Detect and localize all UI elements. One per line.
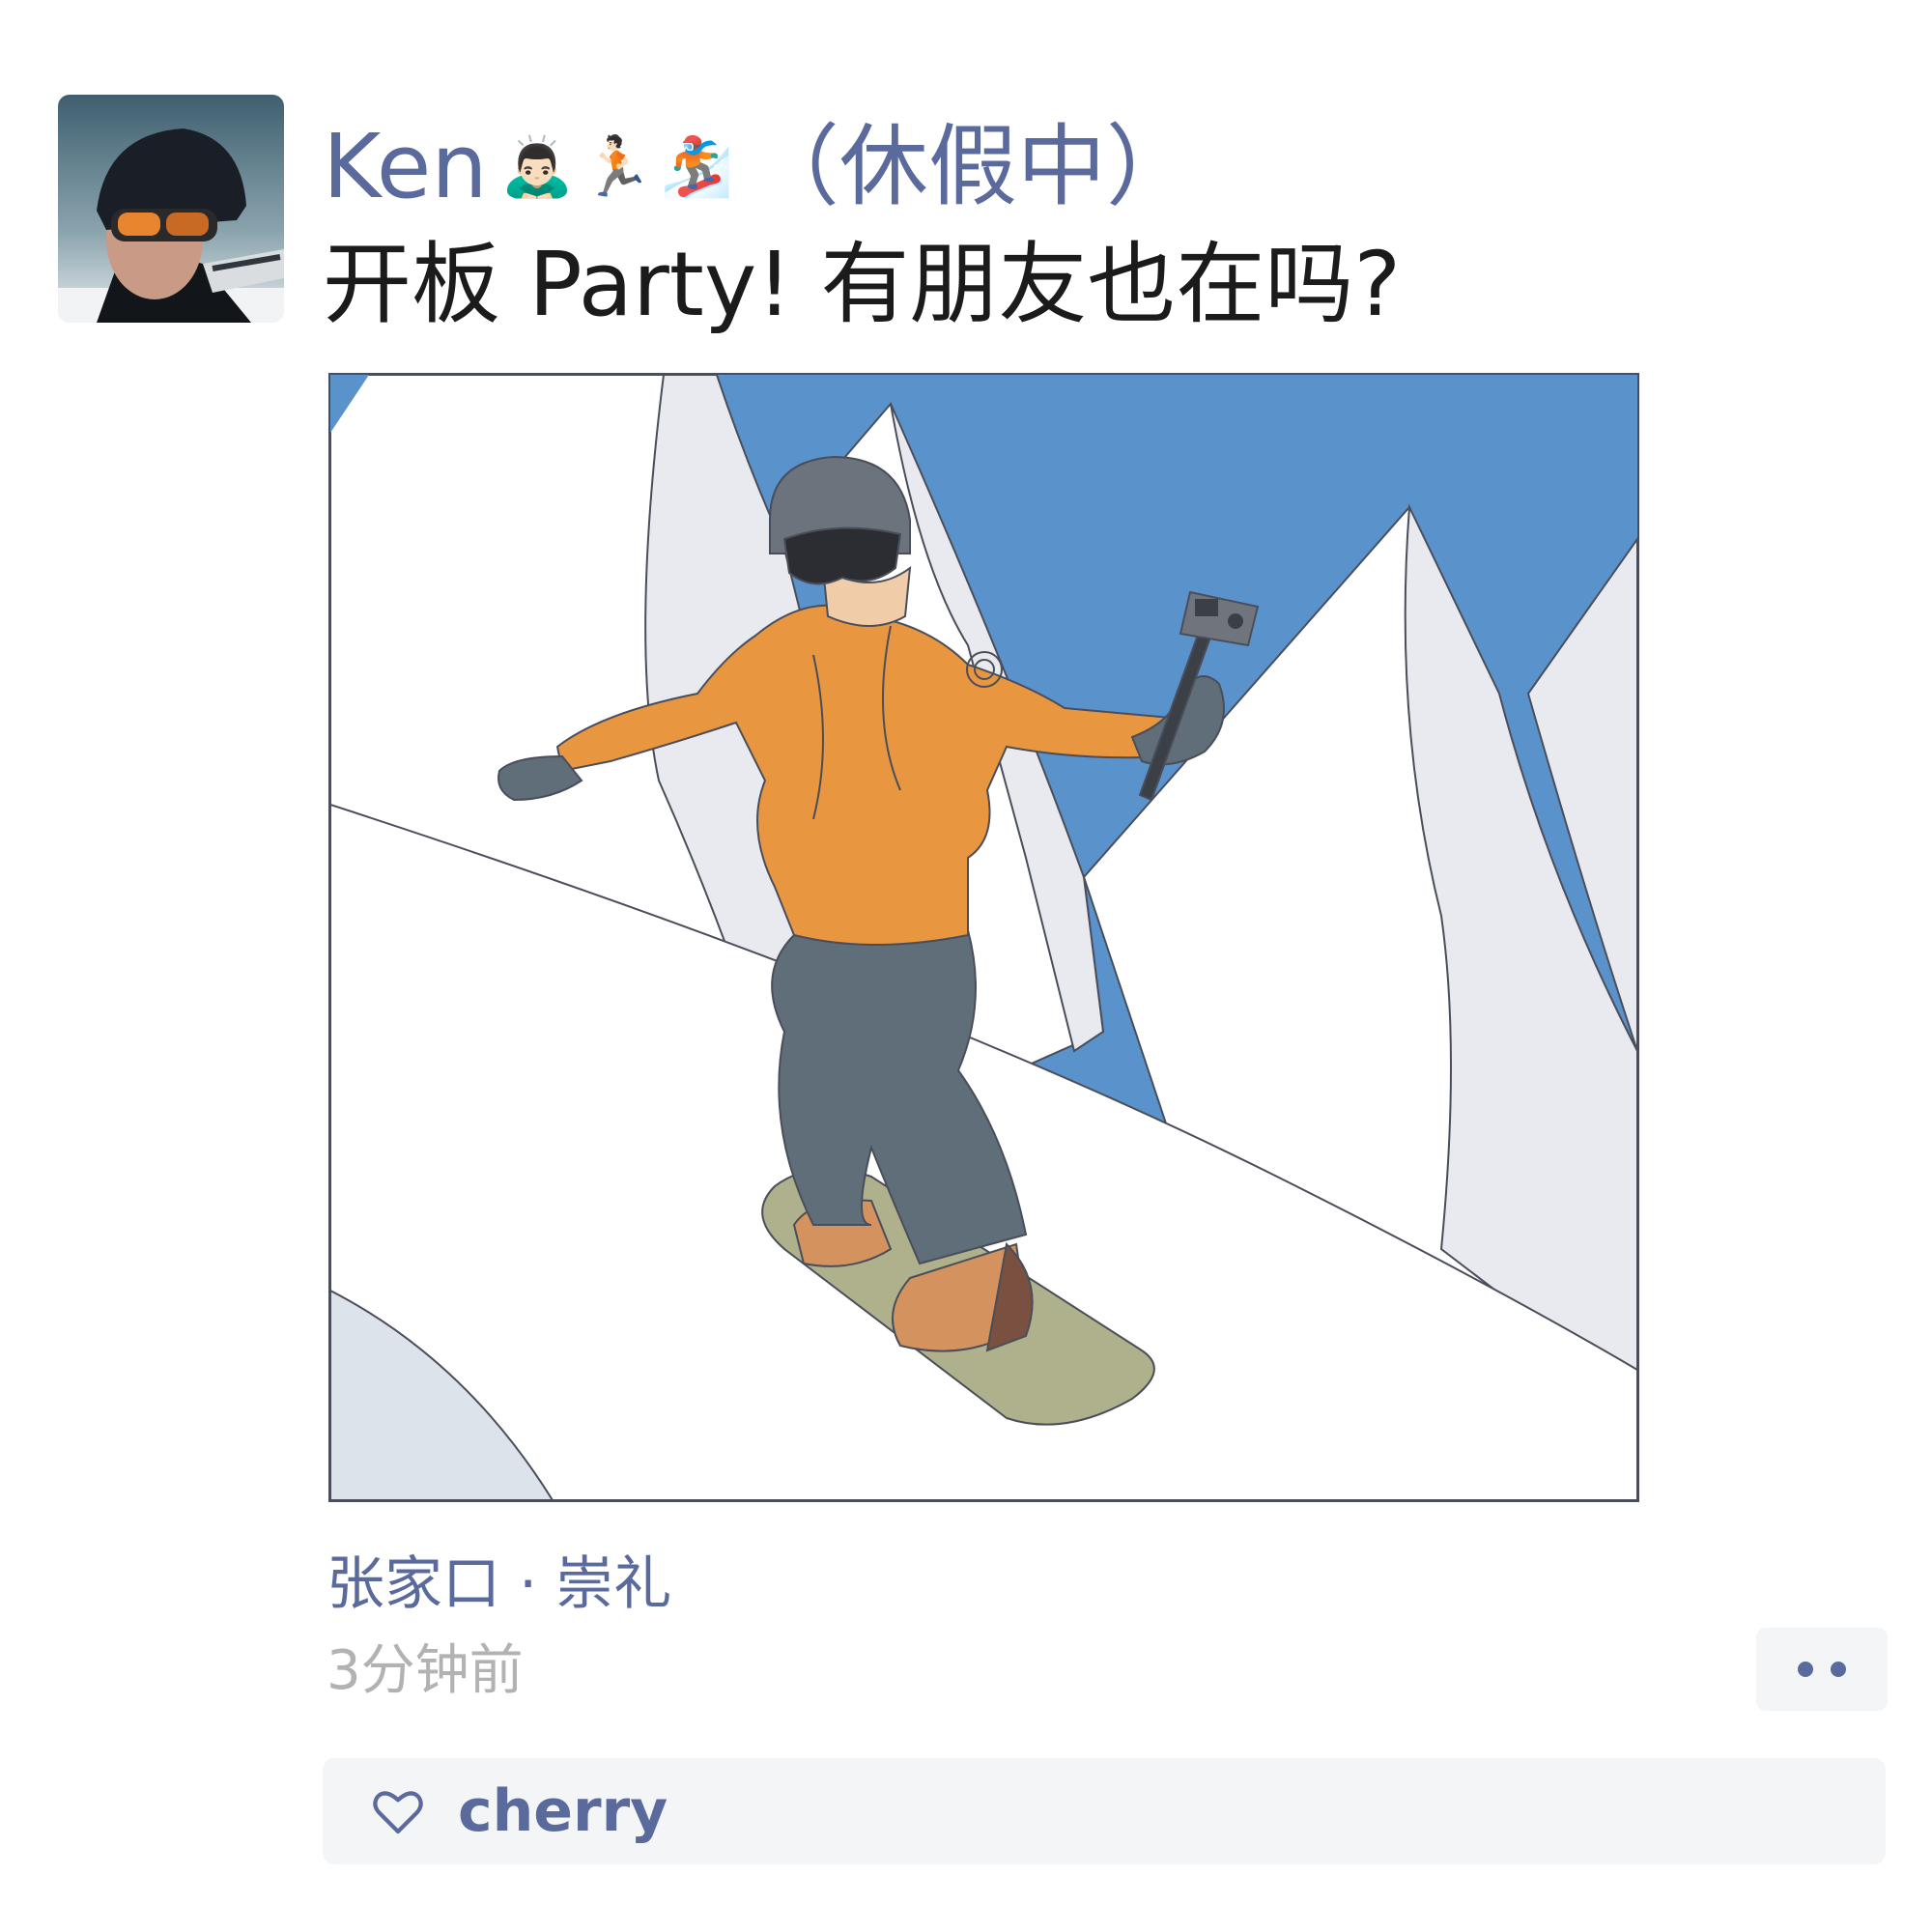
heart-outline-icon xyxy=(371,1784,425,1838)
author-name-line[interactable]: Ken 🙇🏻‍♂️ 🏃🏻 🏂 （休假中） xyxy=(323,114,1195,220)
more-dots-icon xyxy=(1831,1662,1846,1677)
snowboarder-emoji: 🏂 xyxy=(661,133,733,201)
author-avatar[interactable] xyxy=(58,95,284,323)
post-image[interactable] xyxy=(328,373,1639,1502)
more-button[interactable] xyxy=(1756,1628,1888,1711)
bowing-emoji: 🙇🏻‍♂️ xyxy=(500,133,574,201)
author-status: （休假中） xyxy=(750,115,1195,218)
post-time: 3分钟前 xyxy=(327,1639,524,1702)
more-dots-icon xyxy=(1798,1662,1813,1677)
post-text: 开板 Party! 有朋友也在吗? xyxy=(323,233,1402,336)
post-location[interactable]: 张家口 · 崇礼 xyxy=(327,1546,671,1623)
likes-panel: cherry xyxy=(323,1758,1886,1864)
author-name[interactable]: Ken xyxy=(323,123,488,212)
liker-name[interactable]: cherry xyxy=(458,1782,668,1840)
running-emoji: 🏃🏻 xyxy=(581,133,654,201)
